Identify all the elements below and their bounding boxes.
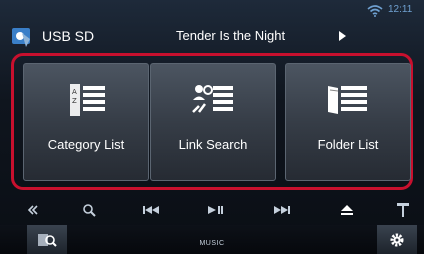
transport-controls [0,196,424,224]
next-track-icon[interactable] [269,196,295,224]
category-list-label: Category List [47,137,125,152]
settings-gear-icon[interactable] [377,225,417,254]
link-search-label: Link Search [178,137,248,152]
status-bar: 12:11 [0,0,424,22]
link-search-icon [192,85,233,113]
play-icon [339,31,346,41]
media-screen: 12:11 USB SD Tender Is the Night A Z Cat… [0,0,424,254]
folder-list-icon [328,86,367,114]
svg-text:Z: Z [72,97,77,105]
link-search-button[interactable]: Link Search [150,63,276,181]
eject-icon[interactable] [335,196,359,224]
folder-list-label: Folder List [317,137,379,152]
wifi-icon [367,5,383,17]
clock: 12:11 [388,4,413,15]
play-pause-icon[interactable] [203,196,229,224]
category-list-button[interactable]: A Z Category List [23,63,149,181]
svg-text:A: A [72,88,77,96]
search-icon[interactable] [78,196,100,224]
previous-track-icon[interactable] [138,196,164,224]
track-title: Tender Is the Night [176,28,286,43]
antenna-icon[interactable] [392,196,414,224]
header: USB SD Tender Is the Night [0,22,424,52]
usb-music-icon [12,28,30,47]
category-list-icon: A Z [70,84,105,116]
music-label: MUSIC [199,240,225,247]
bottom-bar: MUSIC [0,225,424,254]
folder-list-button[interactable]: Folder List [285,63,411,181]
source-label: USB SD [42,28,95,44]
collapse-icon[interactable] [22,196,44,224]
